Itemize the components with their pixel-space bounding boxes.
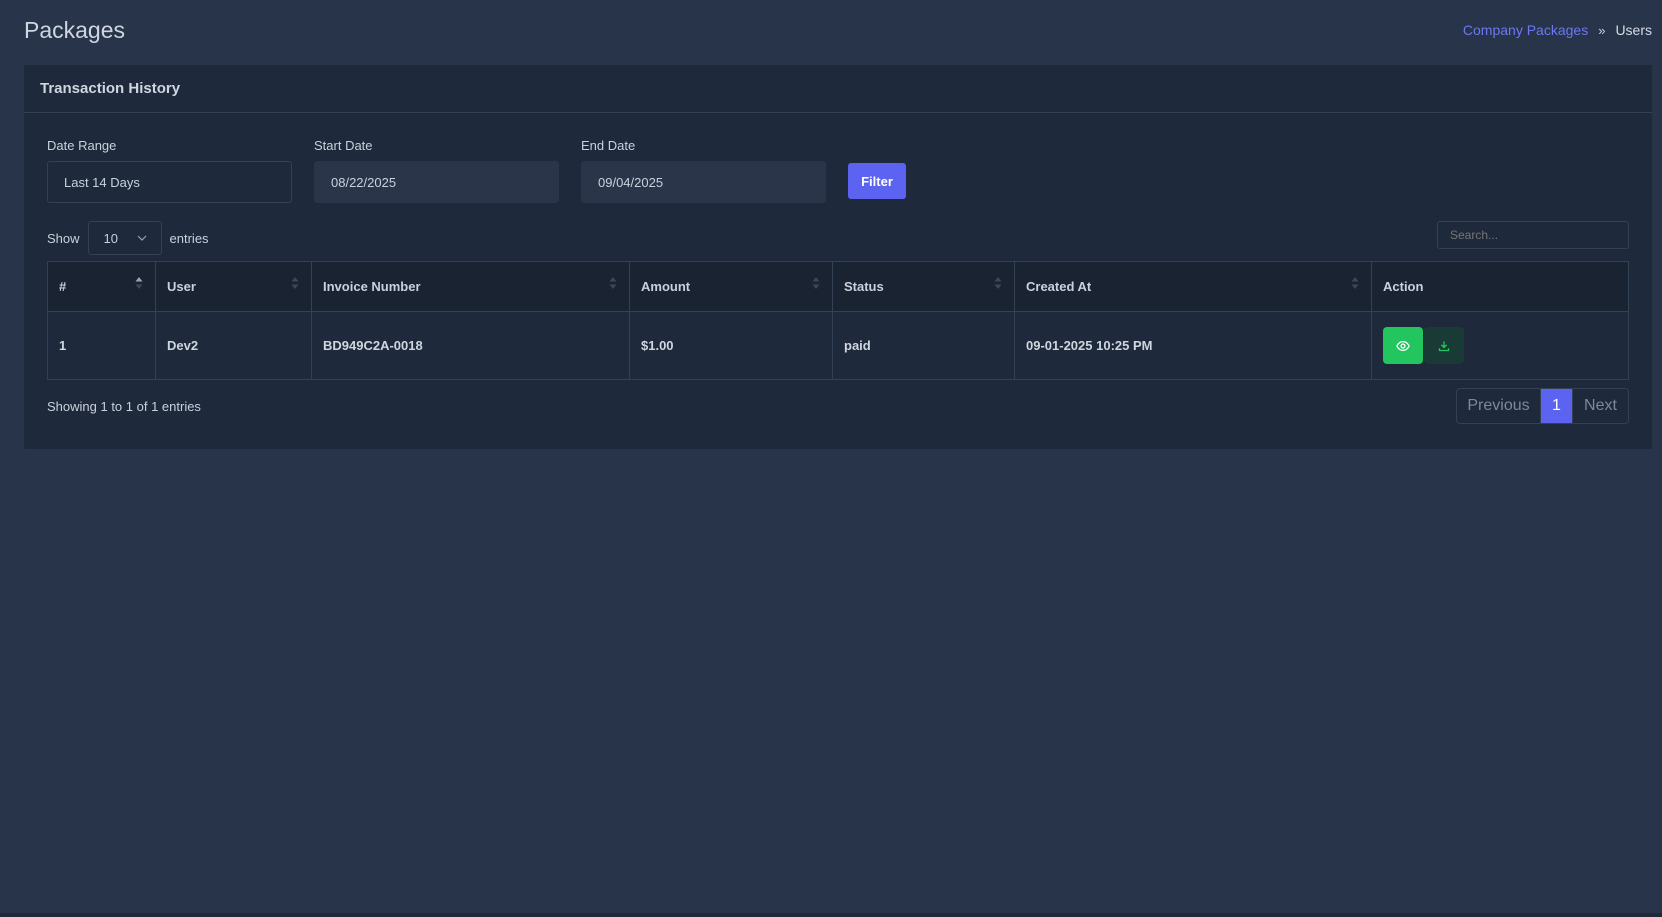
- table-info: Showing 1 to 1 of 1 entries: [47, 399, 201, 414]
- chevron-down-icon: [137, 235, 146, 241]
- cell-amount: $1.00: [629, 311, 833, 380]
- show-label: Show: [47, 230, 80, 246]
- page-header: Packages Company Packages » Users: [24, 14, 1652, 46]
- column-label: Action: [1383, 279, 1424, 294]
- column-label: Amount: [641, 279, 691, 294]
- sort-icon: [812, 277, 820, 289]
- column-label: Invoice Number: [323, 279, 421, 294]
- entries-select-value: 10: [103, 230, 118, 246]
- date-range-label: Date Range: [47, 138, 117, 153]
- transactions-table: # User Invoice Number Amount Status Crea…: [47, 261, 1629, 380]
- column-label: Status: [844, 279, 884, 294]
- end-date-label: End Date: [581, 138, 636, 153]
- pagination-previous[interactable]: Previous: [1457, 389, 1541, 423]
- pagination-next[interactable]: Next: [1572, 389, 1628, 423]
- column-header-amount[interactable]: Amount: [629, 261, 833, 312]
- entries-select[interactable]: 10: [87, 221, 162, 255]
- card-header: Transaction History: [24, 65, 1652, 113]
- start-date-label: Start Date: [314, 138, 373, 153]
- eye-icon: [1396, 340, 1410, 351]
- breadcrumb-separator: »: [1598, 22, 1606, 38]
- pagination-page-1[interactable]: 1: [1541, 389, 1572, 423]
- card-title: Transaction History: [40, 80, 181, 97]
- cell-status: paid: [832, 311, 1015, 380]
- filter-bar: Date Range Last 14 Days Start Date 08/22…: [47, 138, 906, 203]
- breadcrumb-company-packages[interactable]: Company Packages: [1463, 22, 1588, 38]
- view-button[interactable]: [1383, 327, 1423, 364]
- page-title: Packages: [24, 16, 126, 43]
- entries-length-control: Show 10 entries: [47, 221, 209, 255]
- start-date-field: Start Date 08/22/2025: [314, 138, 559, 203]
- cell-user: Dev2: [155, 311, 312, 380]
- breadcrumb-current: Users: [1615, 22, 1652, 38]
- column-header-created-at[interactable]: Created At: [1014, 261, 1372, 312]
- bottom-strip: [0, 913, 1662, 917]
- date-range-select[interactable]: Last 14 Days: [47, 161, 292, 203]
- sort-icon: [994, 277, 1002, 289]
- end-date-field: End Date 09/04/2025: [581, 138, 826, 203]
- breadcrumb: Company Packages » Users: [1463, 22, 1652, 38]
- search-input[interactable]: [1437, 221, 1629, 249]
- column-header-invoice[interactable]: Invoice Number: [311, 261, 630, 312]
- pagination: Previous 1 Next: [1456, 388, 1629, 424]
- column-header-user[interactable]: User: [155, 261, 312, 312]
- sort-icon: [609, 277, 617, 289]
- cell-created-at: 09-01-2025 10:25 PM: [1014, 311, 1372, 380]
- download-icon: [1438, 341, 1450, 351]
- column-label: Created At: [1026, 279, 1092, 294]
- start-date-input[interactable]: 08/22/2025: [314, 161, 559, 203]
- column-label: User: [167, 279, 196, 294]
- table-header-row: # User Invoice Number Amount Status Crea…: [47, 261, 1629, 312]
- transaction-history-card: Transaction History Date Range Last 14 D…: [24, 65, 1652, 449]
- download-button[interactable]: [1424, 327, 1464, 364]
- table-row: 1 Dev2 BD949C2A-0018 $1.00 paid 09-01-20…: [47, 311, 1629, 380]
- column-header-status[interactable]: Status: [832, 261, 1015, 312]
- filter-button[interactable]: Filter: [848, 163, 906, 199]
- column-header-number[interactable]: #: [47, 261, 156, 312]
- cell-invoice: BD949C2A-0018: [311, 311, 630, 380]
- sort-icon: [291, 277, 299, 289]
- date-range-field: Date Range Last 14 Days: [47, 138, 292, 203]
- sort-icon: [1351, 277, 1359, 289]
- end-date-input[interactable]: 09/04/2025: [581, 161, 826, 203]
- cell-number: 1: [47, 311, 156, 380]
- column-label: #: [59, 279, 67, 294]
- column-header-action: Action: [1371, 261, 1629, 312]
- sort-asc-icon: [135, 277, 143, 289]
- cell-action: [1371, 311, 1629, 380]
- entries-label: entries: [169, 230, 209, 246]
